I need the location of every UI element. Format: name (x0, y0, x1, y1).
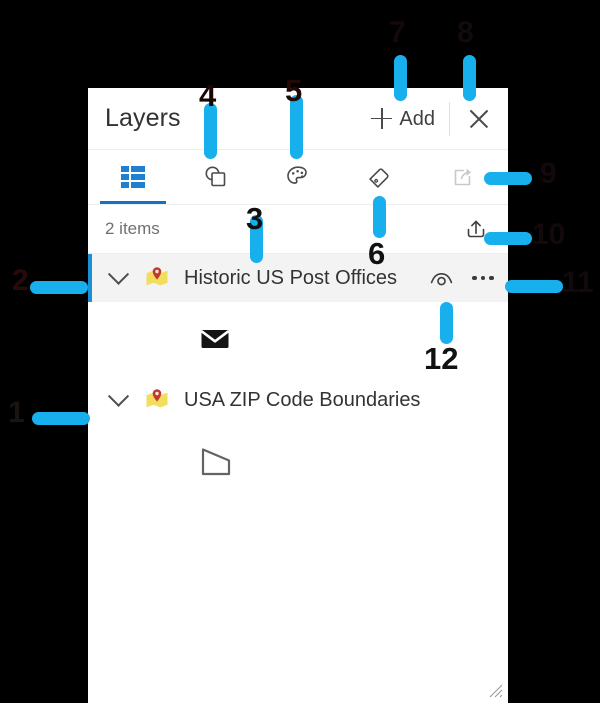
annotation-bar-6 (373, 196, 386, 238)
annotation-number-10: 10 (532, 218, 566, 251)
header-actions: Add (361, 88, 508, 149)
annotation-bar-8 (463, 55, 476, 101)
eye-icon (430, 272, 452, 285)
map-pin-layer-icon (142, 263, 172, 293)
resize-grip-icon[interactable] (485, 680, 503, 698)
chevron-down-icon[interactable] (102, 262, 134, 294)
share-icon (454, 168, 471, 186)
annotation-number-11: 11 (562, 266, 594, 299)
annotation-bar-1 (32, 412, 90, 425)
layer-name: USA ZIP Code Boundaries (184, 388, 421, 411)
map-pin-layer-icon (142, 385, 172, 415)
visibility-toggle-button[interactable] (420, 257, 462, 299)
plus-icon (371, 108, 393, 129)
palette-icon (287, 166, 307, 184)
tab-basemap[interactable] (174, 150, 256, 204)
close-button[interactable] (450, 88, 508, 149)
annotation-number-8: 8 (457, 16, 474, 49)
tag-icon (369, 168, 390, 188)
layer-legend-row (88, 424, 508, 502)
item-count-label: 2 items (105, 219, 160, 238)
tab-underline (430, 201, 496, 204)
annotation-number-3: 3 (246, 201, 264, 236)
annotation-number-7: 7 (389, 16, 406, 49)
layers-panel: Layers Add 2 items Historic US Post Offi… (88, 88, 508, 703)
page-title: Layers (105, 104, 181, 132)
shapes-icon (205, 166, 225, 187)
annotation-bar-2 (30, 281, 88, 294)
layer-row[interactable]: USA ZIP Code Boundaries (88, 376, 508, 424)
annotation-number-5: 5 (285, 73, 303, 108)
tab-active-underline (100, 201, 167, 204)
annotation-number-2: 2 (12, 264, 29, 297)
annotation-number-6: 6 (368, 236, 386, 271)
chevron-down-icon[interactable] (102, 384, 134, 416)
layer-list: Historic US Post Offices USA ZIP Code Bo… (88, 254, 508, 502)
add-button-label: Add (399, 107, 435, 130)
annotation-bar-10 (484, 232, 532, 245)
tab-underline (183, 201, 249, 204)
annotation-bar-11 (505, 280, 563, 293)
list-icon (120, 166, 146, 188)
annotation-number-4: 4 (199, 78, 217, 113)
more-options-icon (472, 275, 494, 281)
close-icon (468, 108, 490, 130)
layer-name: Historic US Post Offices (184, 266, 398, 289)
layer-row[interactable]: Historic US Post Offices (88, 254, 508, 302)
annotation-bar-7 (394, 55, 407, 101)
tab-layers[interactable] (92, 150, 174, 204)
annotation-bar-9 (484, 172, 532, 185)
annotation-bar-12 (440, 302, 453, 344)
layer-row-actions (420, 257, 504, 299)
polygon-outline-icon (201, 448, 231, 476)
annotation-number-1: 1 (8, 396, 25, 429)
tab-underline (265, 201, 331, 204)
annotation-number-12: 12 (424, 341, 459, 376)
screenshot-root: Layers Add 2 items Historic US Post Offi… (0, 0, 600, 703)
layer-options-button[interactable] (462, 257, 504, 299)
annotation-number-9: 9 (540, 157, 557, 190)
envelope-icon (200, 330, 230, 348)
panel-subbar: 2 items (88, 205, 508, 254)
